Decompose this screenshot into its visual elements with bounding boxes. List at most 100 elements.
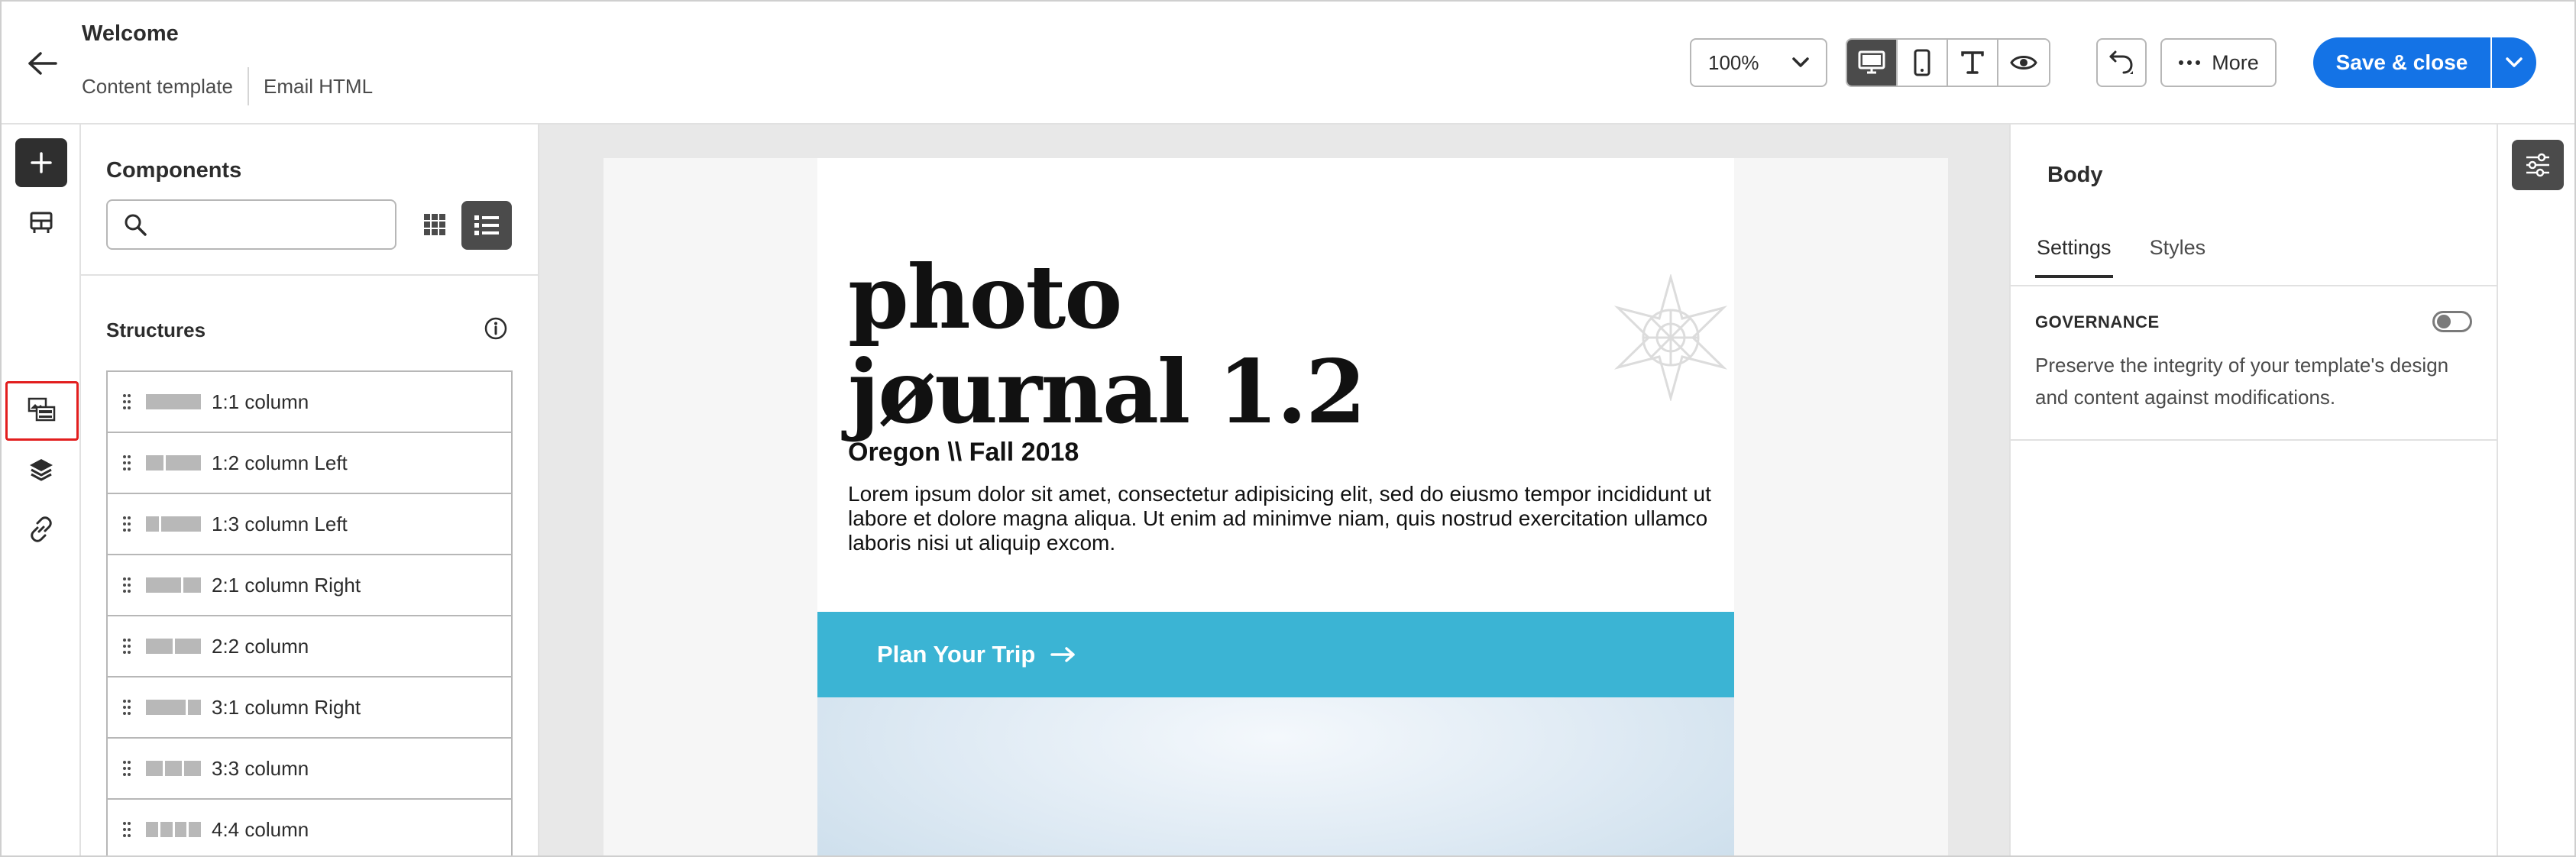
divider [81, 274, 539, 276]
structure-row[interactable]: 4:4 column [108, 800, 511, 855]
zoom-value: 100% [1708, 50, 1759, 74]
drag-handle-icon[interactable] [108, 821, 146, 838]
structures-button[interactable] [15, 198, 67, 247]
app-window: Welcome Content template Email HTML 100% [0, 0, 2576, 857]
components-panel: Components Structures 1:1 column 1:2 col… [81, 125, 539, 855]
structure-preview-icon [146, 455, 201, 471]
drag-handle-icon[interactable] [108, 454, 146, 471]
structure-row[interactable]: 2:2 column [108, 616, 511, 678]
info-icon[interactable] [483, 315, 509, 341]
sliders-icon [2526, 153, 2549, 177]
structure-row[interactable]: 2:1 column Right [108, 555, 511, 616]
link-button[interactable] [15, 505, 67, 554]
back-button[interactable] [24, 46, 60, 81]
list-view-toggle[interactable] [461, 201, 512, 250]
properties-tabs: Settings Styles [2035, 230, 2207, 278]
drag-handle-icon[interactable] [108, 760, 146, 777]
desktop-view-button[interactable] [1847, 40, 1898, 86]
structure-list: 1:1 column 1:2 column Left 1:3 column Left… [106, 370, 513, 855]
properties-title: Body [2047, 163, 2103, 187]
properties-button[interactable] [2512, 140, 2564, 190]
content-type-label: Content template [82, 74, 234, 98]
structures-heading: Structures [106, 319, 206, 341]
email-paragraph: Lorem ipsum dolor sit amet, consectetur … [848, 482, 1711, 555]
governance-description: Preserve the integrity of your template'… [2035, 354, 2449, 409]
structure-preview-icon [146, 761, 201, 776]
preview-icon [2010, 56, 2037, 70]
more-icon [2179, 60, 2201, 65]
mobile-view-button[interactable] [1898, 40, 1948, 86]
add-icon [31, 152, 52, 173]
structure-row[interactable]: 1:3 column Left [108, 494, 511, 555]
chevron-down-icon [1792, 57, 1809, 67]
add-button[interactable] [15, 138, 67, 187]
divider [2011, 285, 2500, 286]
structure-label: 3:1 column Right [212, 695, 361, 719]
editor-canvas: photo jøurnal 1.2 Oregon \\ Fall 2018 Lo… [539, 125, 2009, 855]
structure-row[interactable]: 3:1 column Right [108, 678, 511, 739]
structure-preview-icon [146, 577, 201, 593]
drag-handle-icon[interactable] [108, 699, 146, 716]
arrow-right-icon [1050, 647, 1076, 662]
structure-label: 2:2 column [212, 634, 309, 658]
text-icon [1961, 51, 1984, 74]
preview-button[interactable] [1998, 40, 2049, 86]
search-input[interactable] [158, 212, 387, 237]
drag-handle-icon[interactable] [108, 393, 146, 410]
right-rail [2498, 125, 2574, 855]
email-body[interactable]: photo jøurnal 1.2 Oregon \\ Fall 2018 Lo… [817, 158, 1734, 855]
drag-handle-icon[interactable] [108, 516, 146, 532]
plan-trip-button[interactable]: Plan Your Trip [817, 612, 1734, 697]
email-title: photo jøurnal 1.2 [848, 250, 1366, 443]
structures-icon [30, 212, 53, 233]
divider [2011, 439, 2500, 441]
drag-handle-icon[interactable] [108, 638, 146, 655]
structure-preview-icon [146, 516, 201, 532]
structure-row[interactable]: 1:1 column [108, 372, 511, 433]
mandala-logo-icon [1613, 274, 1728, 401]
zoom-select[interactable]: 100% [1690, 38, 1827, 87]
grid-view-toggle[interactable] [411, 201, 458, 248]
search-field[interactable] [106, 199, 396, 250]
email-subtitle: Oregon \\ Fall 2018 [848, 438, 1079, 467]
properties-panel: Body Settings Styles GOVERNANCE Preserve… [2009, 125, 2500, 855]
email-title-line-2: jøurnal 1.2 [848, 341, 1366, 443]
undo-button[interactable] [2096, 38, 2147, 87]
search-icon [125, 214, 147, 236]
save-group: Save & close [2313, 37, 2536, 88]
tab-styles[interactable]: Styles [2148, 230, 2208, 278]
desktop-icon [1858, 50, 1885, 74]
more-button[interactable]: More [2160, 38, 2277, 87]
structure-row[interactable]: 3:3 column [108, 739, 511, 800]
format-label: Email HTML [264, 74, 374, 98]
structure-label: 4:4 column [212, 817, 309, 841]
governance-label: GOVERNANCE [2035, 312, 2160, 331]
link-icon [31, 516, 52, 542]
layers-button[interactable] [15, 445, 67, 494]
structure-label: 1:3 column Left [212, 512, 348, 535]
hero-image [817, 697, 1734, 855]
drag-handle-icon[interactable] [108, 577, 146, 593]
structure-row[interactable]: 1:2 column Left [108, 433, 511, 494]
tab-settings[interactable]: Settings [2035, 230, 2113, 278]
governance-toggle[interactable] [2432, 311, 2472, 332]
structure-preview-icon [146, 639, 201, 654]
left-rail [2, 125, 81, 855]
list-view-icon [474, 215, 499, 235]
page-title: Welcome [82, 21, 179, 46]
breadcrumb: Content template Email HTML [82, 67, 373, 105]
text-view-button[interactable] [1948, 40, 1998, 86]
structure-label: 2:1 column Right [212, 573, 361, 597]
header: Welcome Content template Email HTML 100% [2, 2, 2574, 125]
structure-preview-icon [146, 700, 201, 715]
more-label: More [2212, 50, 2259, 74]
arrow-left-icon [28, 52, 57, 75]
structure-label: 1:1 column [212, 390, 309, 413]
divider [248, 67, 250, 105]
undo-icon [2109, 50, 2133, 74]
mobile-icon [1914, 49, 1930, 76]
save-close-button[interactable]: Save & close [2313, 37, 2490, 88]
structure-preview-icon [146, 394, 201, 409]
annotation-highlight-box [5, 381, 79, 441]
save-options-button[interactable] [2490, 37, 2536, 88]
